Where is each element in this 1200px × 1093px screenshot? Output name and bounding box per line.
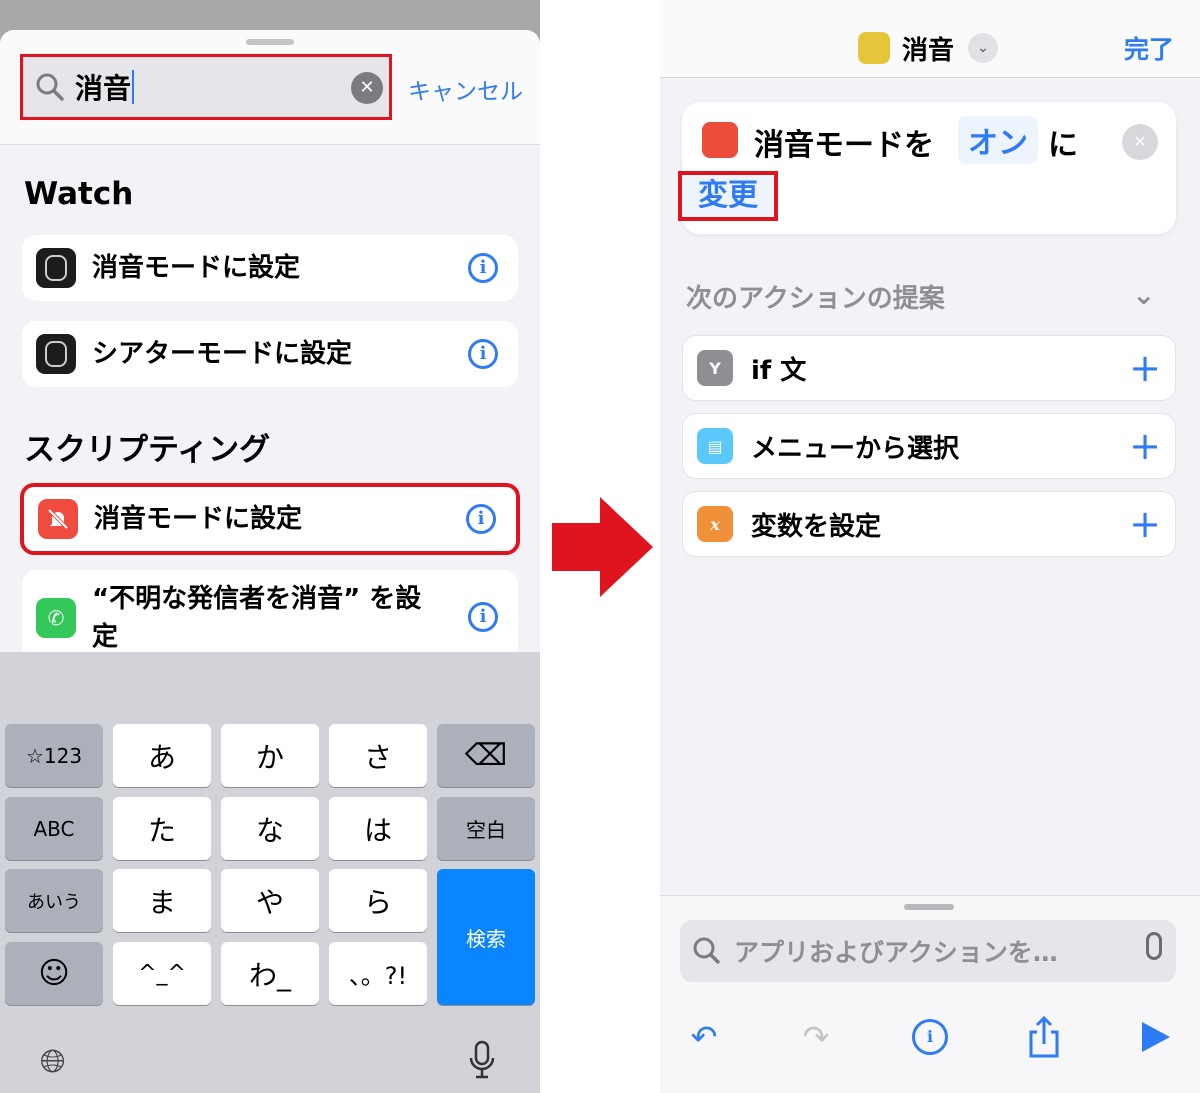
list-item[interactable]: シアターモードに設定 i bbox=[22, 321, 518, 387]
action-text: 消音モードを bbox=[754, 128, 934, 163]
shortcut-icon bbox=[858, 32, 890, 64]
item-label: “不明な発信者を消音” を設定 bbox=[92, 584, 422, 652]
search-query: 消音 bbox=[75, 72, 132, 105]
suggestion-label: if 文 bbox=[751, 355, 807, 386]
chevron-down-icon[interactable]: ⌄ bbox=[968, 33, 998, 63]
panel-grabber[interactable] bbox=[904, 904, 954, 910]
key-numbers[interactable]: ☆123 bbox=[5, 724, 103, 787]
add-icon[interactable]: + bbox=[1129, 505, 1161, 543]
transition-arrow-area bbox=[540, 0, 660, 1093]
token-on[interactable]: オン bbox=[958, 116, 1038, 164]
list-item-highlighted[interactable]: 消音モードに設定 i bbox=[20, 483, 520, 555]
key-punctuation[interactable]: 、。?! bbox=[329, 942, 427, 1005]
key-ka[interactable]: か bbox=[221, 724, 319, 787]
apple-watch-icon bbox=[36, 334, 76, 374]
key-kana[interactable]: あいう bbox=[5, 869, 103, 932]
apple-watch-icon bbox=[36, 248, 76, 288]
redo-icon[interactable]: ↷ bbox=[794, 1015, 838, 1059]
section-title-watch: Watch bbox=[24, 176, 134, 212]
globe-icon[interactable]: 🌐︎ bbox=[40, 1042, 66, 1081]
chevron-down-icon[interactable]: ⌄ bbox=[1132, 278, 1155, 311]
info-icon[interactable]: i bbox=[908, 1015, 952, 1059]
key-kaomoji[interactable]: ^_^ bbox=[113, 942, 211, 1005]
left-screen: 消音 ✕ キャンセル Watch 消音モードに設定 i シアターモードに設定 i… bbox=[0, 0, 540, 1093]
add-icon[interactable]: + bbox=[1129, 427, 1161, 465]
done-button[interactable]: 完了 bbox=[1124, 30, 1174, 66]
text-cursor bbox=[132, 70, 135, 104]
key-ra[interactable]: ら bbox=[329, 869, 427, 932]
emoji-key[interactable]: ☺ bbox=[5, 942, 103, 1005]
undo-icon[interactable]: ↶ bbox=[682, 1015, 726, 1059]
list-item[interactable]: 消音モードに設定 i bbox=[22, 235, 518, 301]
item-label: 消音モードに設定 bbox=[94, 504, 303, 534]
remove-action-icon[interactable]: ✕ bbox=[1122, 124, 1158, 160]
key-wa[interactable]: わ_ bbox=[221, 942, 319, 1005]
key-ya[interactable]: や bbox=[221, 869, 319, 932]
key-ma[interactable]: ま bbox=[113, 869, 211, 932]
share-icon[interactable] bbox=[1022, 1015, 1066, 1059]
action-search-field[interactable]: アプリおよびアクションを… bbox=[680, 920, 1176, 982]
suggestions-title: 次のアクションの提案 bbox=[686, 284, 945, 314]
info-icon[interactable]: i bbox=[466, 504, 496, 534]
bell-slash-icon bbox=[702, 122, 738, 158]
key-abc[interactable]: ABC bbox=[5, 797, 103, 860]
right-screen: 消音 ⌄ 完了 消音モードを オン に ✕ 変更 次のアクションの提案 ⌄ Y … bbox=[660, 0, 1200, 1093]
section-title-scripting: スクリプティング bbox=[24, 432, 271, 468]
search-input[interactable]: 消音 ✕ bbox=[20, 54, 392, 120]
suggestion-if[interactable]: Y if 文 + bbox=[682, 335, 1176, 401]
search-icon bbox=[693, 937, 721, 965]
variable-icon: x bbox=[697, 506, 733, 542]
suggestion-label: メニューから選択 bbox=[751, 433, 960, 464]
search-placeholder: アプリおよびアクションを… bbox=[734, 938, 1058, 967]
clear-search-icon[interactable]: ✕ bbox=[351, 72, 383, 104]
action-card: 消音モードを オン に ✕ 変更 bbox=[678, 102, 1176, 234]
search-icon bbox=[36, 73, 64, 101]
suggestion-label: 変数を設定 bbox=[751, 511, 882, 542]
key-ta[interactable]: た bbox=[113, 797, 211, 860]
space-key[interactable]: 空白 bbox=[437, 797, 535, 860]
info-icon[interactable]: i bbox=[468, 253, 498, 283]
item-label: シアターモードに設定 bbox=[92, 339, 353, 369]
japanese-keyboard: ☆123 あ か さ ⌫ ABC た な は 空白 あいう ま や ら 検索 ☺… bbox=[0, 652, 540, 1093]
item-label: 消音モードに設定 bbox=[92, 253, 301, 283]
delete-key[interactable]: ⌫ bbox=[437, 724, 535, 787]
key-a[interactable]: あ bbox=[113, 724, 211, 787]
branch-icon: Y bbox=[697, 350, 733, 386]
microphone-icon[interactable] bbox=[468, 1040, 496, 1080]
token-change[interactable]: 変更 bbox=[678, 171, 778, 221]
action-text-ni: に bbox=[1048, 128, 1078, 163]
microphone-icon[interactable] bbox=[1146, 932, 1162, 960]
add-icon[interactable]: + bbox=[1129, 349, 1161, 387]
sheet-header: 消音 ✕ キャンセル bbox=[0, 30, 540, 145]
suggestion-menu[interactable]: ▤ メニューから選択 + bbox=[682, 413, 1176, 479]
editor-header: 消音 ⌄ 完了 bbox=[660, 0, 1200, 78]
info-icon[interactable]: i bbox=[468, 602, 498, 632]
phone-icon: ✆ bbox=[36, 598, 76, 638]
info-icon[interactable]: i bbox=[468, 339, 498, 369]
play-icon[interactable] bbox=[1134, 1015, 1178, 1059]
cancel-button[interactable]: キャンセル bbox=[408, 72, 523, 106]
key-na[interactable]: な bbox=[221, 797, 319, 860]
bell-slash-icon bbox=[38, 499, 78, 539]
menu-icon: ▤ bbox=[697, 428, 733, 464]
sheet-grabber[interactable] bbox=[246, 39, 294, 45]
arrow-right-icon bbox=[552, 497, 653, 597]
search-key[interactable]: 検索 bbox=[437, 869, 535, 1005]
key-ha[interactable]: は bbox=[329, 797, 427, 860]
bottom-panel: アプリおよびアクションを… bbox=[660, 895, 1200, 1093]
shortcut-title[interactable]: 消音 bbox=[902, 30, 954, 67]
key-sa[interactable]: さ bbox=[329, 724, 427, 787]
suggestion-variable[interactable]: x 変数を設定 + bbox=[682, 491, 1176, 557]
